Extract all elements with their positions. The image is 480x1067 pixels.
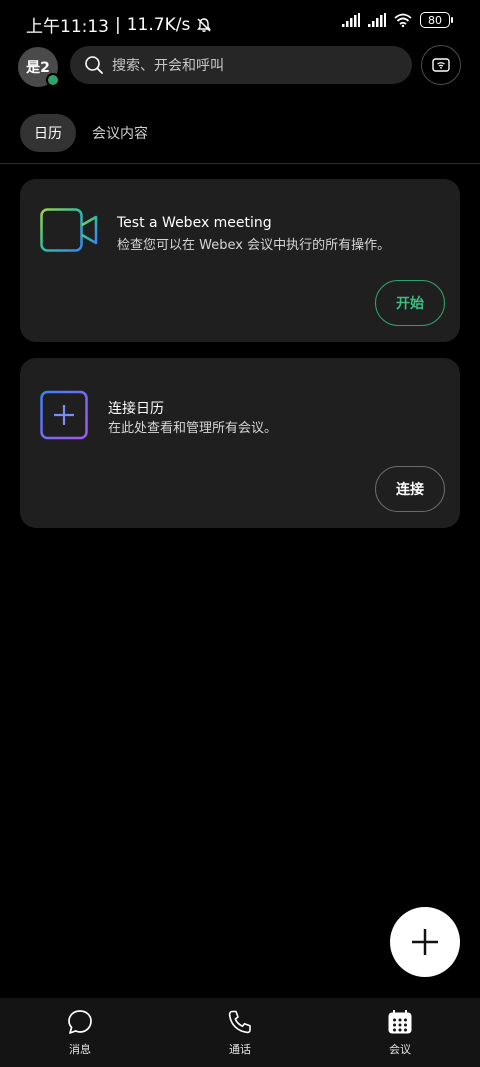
tab-bar: 日历 会议内容 (0, 114, 480, 154)
test-meeting-card: Test a Webex meeting 检查您可以在 Webex 会议中执行的… (20, 179, 460, 342)
nav-meetings[interactable]: 会议 (320, 998, 480, 1067)
start-button[interactable]: 开始 (375, 280, 445, 326)
chat-bubble-icon (68, 1010, 92, 1034)
connect-calendar-description: 在此处查看和管理所有会议。 (108, 421, 278, 436)
test-meeting-title: Test a Webex meeting (117, 215, 272, 231)
top-header: 是2 搜索、开会和呼叫 (0, 44, 480, 88)
connect-calendar-title: 连接日历 (108, 401, 164, 417)
test-meeting-description: 检查您可以在 Webex 会议中执行的所有操作。 (117, 238, 391, 253)
nav-calls-label: 通话 (229, 1043, 251, 1056)
proximity-button[interactable] (421, 45, 461, 85)
battery-icon: 80 (420, 12, 453, 28)
phone-icon (228, 1010, 251, 1034)
search-bar[interactable]: 搜索、开会和呼叫 (70, 46, 412, 84)
signal-icon (342, 13, 360, 27)
status-left: 上午11:13 | 11.7K/s (26, 12, 212, 37)
network-speed: 11.7K/s (126, 14, 191, 35)
nav-meetings-label: 会议 (389, 1043, 411, 1056)
add-fab-button[interactable] (390, 907, 460, 977)
connect-button[interactable]: 连接 (375, 466, 445, 512)
search-placeholder: 搜索、开会和呼叫 (112, 58, 224, 74)
calendar-icon (388, 1010, 412, 1034)
tab-meeting-content[interactable]: 会议内容 (92, 114, 148, 152)
mute-bell-icon (197, 17, 212, 32)
status-bar: 上午11:13 | 11.7K/s 80 (0, 0, 480, 44)
nav-messages[interactable]: 消息 (0, 998, 160, 1067)
wifi-icon (394, 13, 412, 27)
tab-calendar[interactable]: 日历 (20, 114, 76, 152)
status-right: 80 (342, 12, 453, 28)
plus-icon (412, 929, 438, 955)
nav-messages-label: 消息 (69, 1043, 91, 1056)
nav-calls[interactable]: 通话 (160, 998, 320, 1067)
bottom-navigation: 消息 通话 会议 (0, 998, 480, 1067)
status-time: 上午11:13 (26, 17, 109, 37)
battery-level: 80 (428, 13, 442, 27)
connect-calendar-card: 连接日历 在此处查看和管理所有会议。 连接 (20, 358, 460, 528)
avatar-initials: 是2 (26, 60, 50, 76)
status-separator: | (115, 14, 121, 35)
tab-divider (0, 163, 480, 164)
presence-status-dot (46, 73, 60, 87)
signal-icon-2 (368, 13, 386, 27)
search-icon (85, 56, 103, 74)
proximity-icon (432, 58, 450, 72)
calendar-add-icon (40, 384, 88, 440)
video-camera-icon (40, 208, 98, 252)
